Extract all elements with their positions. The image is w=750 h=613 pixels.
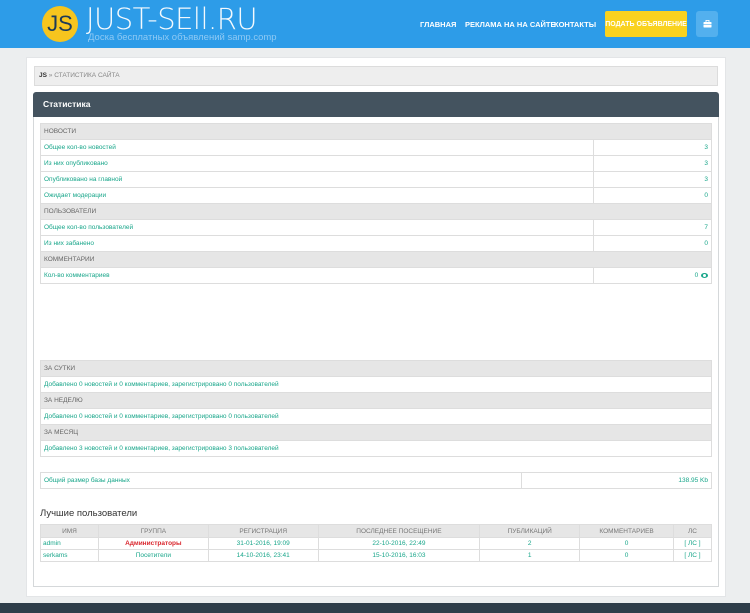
logo-subtitle: Доска бесплатных объявлений samp.comp xyxy=(88,32,277,43)
col-registered: РЕГИСТРАЦИЯ xyxy=(207,524,319,538)
briefcase-icon xyxy=(703,20,711,28)
section-news: НОВОСТИ xyxy=(40,123,712,140)
user-posts: 1 xyxy=(479,549,581,562)
table-row: Из них забанено 0 xyxy=(39,235,712,252)
section-month: ЗА МЕСЯЦ xyxy=(40,424,712,441)
stat-value: 7 xyxy=(593,219,712,236)
stat-label: Общее кол-во новостей xyxy=(39,139,595,156)
breadcrumb-home[interactable]: JS xyxy=(39,72,47,79)
pm-link[interactable]: [ ЛС ] xyxy=(673,537,712,550)
post-ad-button[interactable]: ПОДАТЬ ОБЪЯВЛЕНИЕ xyxy=(605,11,687,37)
site-header: JS JUST-SEll.RU Доска бесплатных объявле… xyxy=(0,0,750,48)
stat-value: 3 xyxy=(593,171,712,188)
nav-advertising[interactable]: РЕКЛАМА НА НА САЙТЕ xyxy=(465,20,555,29)
pm-link[interactable]: [ ЛС ] xyxy=(673,549,712,562)
col-group: ГРУППА xyxy=(97,524,209,538)
stat-value: 0 xyxy=(593,187,712,204)
stats-table: НОВОСТИ Общее кол-во новостей 3 Из них оп… xyxy=(39,123,712,284)
stat-label: Кол-во комментариев xyxy=(39,267,595,284)
site-footer xyxy=(0,603,750,613)
stat-label: Ожидает модерации xyxy=(39,187,595,204)
table-row: Ожидает модерации 0 xyxy=(39,187,712,204)
section-week: ЗА НЕДЕЛЮ xyxy=(40,392,712,409)
stat-label: Общее кол-во пользователей xyxy=(39,219,595,236)
table-row: Опубликовано на главной 3 xyxy=(39,171,712,188)
table-row: Общий размер базы данных 138.95 Kb xyxy=(39,472,712,489)
logo-title[interactable]: JUST-SEll.RU xyxy=(86,2,258,36)
table-row: Общее кол-во новостей 3 xyxy=(39,139,712,156)
section-users: ПОЛЬЗОВАТЕЛИ xyxy=(40,203,712,220)
stat-value: 3 xyxy=(593,139,712,156)
table-row: admin Администраторы 31-01-2016, 19:09 2… xyxy=(40,537,712,550)
user-last-visit: 22-10-2016, 22:49 xyxy=(317,537,481,550)
section-comments: КОММЕНТАРИИ xyxy=(40,251,712,268)
col-posts: ПУБЛИКАЦИЙ xyxy=(479,524,581,538)
stat-label: Из них забанено xyxy=(39,235,595,252)
table-row: serkams Посетители 14-10-2016, 23:41 15-… xyxy=(40,549,712,562)
stat-value: 0 xyxy=(694,272,699,279)
section-day: ЗА СУТКИ xyxy=(40,360,712,377)
nav-contacts[interactable]: КОНТАКТЫ xyxy=(554,20,596,29)
period-text: Добавлено 3 новостей и 0 комментариев, з… xyxy=(40,440,712,457)
stat-value-comments: 0 xyxy=(593,267,712,284)
stat-value: 0 xyxy=(593,235,712,252)
period-text: Добавлено 0 новостей и 0 комментариев, з… xyxy=(40,408,712,425)
eye-icon[interactable] xyxy=(701,272,708,278)
panel-title: Статистика xyxy=(33,92,719,117)
stat-label: Опубликовано на главной xyxy=(39,171,595,188)
stat-label: Из них опубликовано xyxy=(39,155,595,172)
db-value: 138.95 Kb xyxy=(521,472,712,489)
user-name-link[interactable]: admin xyxy=(40,537,99,550)
period-stats-table: ЗА СУТКИ Добавлено 0 новостей и 0 коммен… xyxy=(40,360,712,457)
user-group: Посетители xyxy=(97,549,209,562)
table-row: Добавлено 3 новостей и 0 комментариев, з… xyxy=(40,440,712,457)
user-registered: 14-10-2016, 23:41 xyxy=(207,549,319,562)
stat-value: 3 xyxy=(593,155,712,172)
period-text: Добавлено 0 новостей и 0 комментариев, з… xyxy=(40,376,712,393)
logo-badge[interactable]: JS xyxy=(42,6,78,42)
table-row: Из них опубликовано 3 xyxy=(39,155,712,172)
table-row: Добавлено 0 новостей и 0 комментариев, з… xyxy=(40,408,712,425)
stats-panel: НОВОСТИ Общее кол-во новостей 3 Из них оп… xyxy=(33,117,719,587)
best-users-title: Лучшие пользователи xyxy=(40,508,138,519)
db-label: Общий размер базы данных xyxy=(39,472,523,489)
table-row: Добавлено 0 новостей и 0 комментариев, з… xyxy=(40,376,712,393)
nav-home[interactable]: ГЛАВНАЯ xyxy=(420,20,456,29)
user-posts: 2 xyxy=(479,537,581,550)
user-comments: 0 xyxy=(579,549,675,562)
best-users-table: ИМЯ ГРУППА РЕГИСТРАЦИЯ ПОСЛЕДНЕЕ ПОСЕЩЕН… xyxy=(40,524,712,562)
breadcrumb: JS » СТАТИСТИКА САЙТА xyxy=(34,66,718,86)
col-comments: КОММЕНТАРИЕВ xyxy=(579,524,675,538)
user-last-visit: 15-10-2016, 16:03 xyxy=(317,549,481,562)
col-pm: ЛС xyxy=(673,524,712,538)
db-size-table: Общий размер базы данных 138.95 Kb xyxy=(39,472,712,489)
table-row: Кол-во комментариев 0 xyxy=(39,267,712,284)
user-menu-button[interactable] xyxy=(696,11,718,37)
user-name-link[interactable]: serkams xyxy=(40,549,99,562)
breadcrumb-current: СТАТИСТИКА САЙТА xyxy=(54,72,120,79)
main-container: JS » СТАТИСТИКА САЙТА Статистика НОВОСТИ… xyxy=(26,57,726,597)
col-last-visit: ПОСЛЕДНЕЕ ПОСЕЩЕНИЕ xyxy=(317,524,481,538)
user-registered: 31-01-2016, 19:09 xyxy=(207,537,319,550)
table-row: Общее кол-во пользователей 7 xyxy=(39,219,712,236)
user-comments: 0 xyxy=(579,537,675,550)
col-name: ИМЯ xyxy=(40,524,99,538)
user-group: Администраторы xyxy=(97,537,209,550)
